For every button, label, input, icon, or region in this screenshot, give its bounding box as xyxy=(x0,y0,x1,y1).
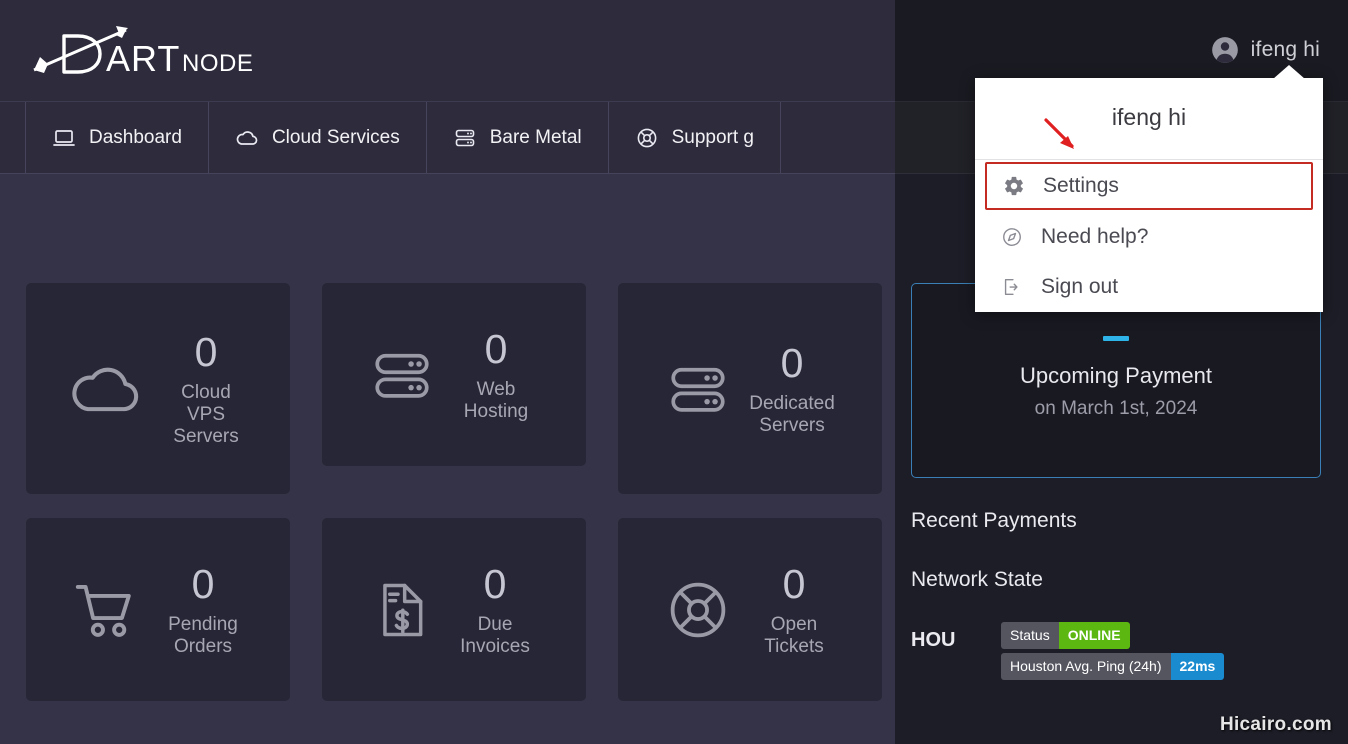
status-badge: Status ONLINE xyxy=(1001,622,1130,649)
laptop-icon xyxy=(53,129,75,146)
card-value: 0 xyxy=(191,561,215,608)
card-text-block: 0 Web Hosting xyxy=(453,326,539,423)
ping-badge-key: Houston Avg. Ping (24h) xyxy=(1001,653,1171,680)
svg-text:ART: ART xyxy=(106,38,180,79)
accent-dash xyxy=(1103,336,1129,341)
card-label: Due Invoices xyxy=(460,614,530,658)
status-badge-value: ONLINE xyxy=(1058,622,1130,649)
dropdown-pointer-arrow xyxy=(1273,65,1305,79)
dropdown-user-title: ifeng hi xyxy=(975,78,1323,160)
card-value: 0 xyxy=(483,561,507,608)
recent-payments-heading: Recent Payments xyxy=(911,509,1077,532)
nav-item-dashboard[interactable]: Dashboard xyxy=(25,102,208,173)
card-web-hosting[interactable]: 0 Web Hosting xyxy=(322,283,586,466)
gear-icon xyxy=(1005,176,1023,196)
card-text-block: 0 Dedicated Servers xyxy=(749,340,835,437)
ping-badge-value: 22ms xyxy=(1170,653,1225,680)
svg-text:NODE: NODE xyxy=(182,50,253,77)
sign-out-icon xyxy=(1004,278,1018,296)
dropdown-item-settings[interactable]: Settings xyxy=(985,162,1313,210)
invoice-dollar-icon xyxy=(383,583,423,636)
card-due-invoices[interactable]: 0 Due Invoices xyxy=(322,518,586,701)
card-value: 0 xyxy=(780,340,804,387)
shopping-cart-icon xyxy=(75,584,131,637)
cloud-icon xyxy=(236,130,258,145)
network-state-row: HOU Status ONLINE Houston Avg. Ping (24h… xyxy=(911,622,1225,680)
upcoming-payment-card[interactable]: Upcoming Payment on March 1st, 2024 xyxy=(911,283,1321,478)
user-circle-icon xyxy=(1211,37,1238,63)
network-state-heading: Network State xyxy=(911,568,1043,591)
stats-card-grid: 0 Cloud VPS Servers 0 Web Hosting 0 Dedi… xyxy=(26,283,886,701)
card-text-block: 0 Open Tickets xyxy=(751,561,837,658)
compass-icon xyxy=(1003,228,1021,246)
status-badge-key: Status xyxy=(1001,622,1059,649)
card-value: 0 xyxy=(484,326,508,373)
lifebuoy-icon xyxy=(637,128,657,147)
card-open-tickets[interactable]: 0 Open Tickets xyxy=(618,518,882,701)
network-badges: Status ONLINE Houston Avg. Ping (24h) 22… xyxy=(1001,622,1225,680)
card-label: Pending Orders xyxy=(168,614,238,658)
ping-badge: Houston Avg. Ping (24h) 22ms xyxy=(1001,653,1225,680)
card-text-block: 0 Cloud VPS Servers xyxy=(163,329,249,448)
card-label: Cloud VPS Servers xyxy=(173,382,239,447)
dartnode-dashboard-page: ART NODE ifeng hi Dashboard Cloud Servic… xyxy=(0,0,1348,744)
card-cloud-vps-servers[interactable]: 0 Cloud VPS Servers xyxy=(26,283,290,494)
upcoming-payment-title: Upcoming Payment xyxy=(1020,363,1212,388)
user-dropdown-menu: ifeng hi Settings Need help? Sign out xyxy=(975,65,1323,312)
user-menu-trigger[interactable]: ifeng hi xyxy=(1211,36,1320,64)
card-value: 0 xyxy=(194,329,218,376)
upcoming-payment-date: on March 1st, 2024 xyxy=(1034,398,1198,419)
dropdown-label-sign-out: Sign out xyxy=(1041,275,1119,298)
nav-item-support[interactable]: Support g xyxy=(607,102,780,173)
dropdown-label-settings: Settings xyxy=(1043,174,1119,197)
lifebuoy-icon xyxy=(670,582,726,637)
card-value: 0 xyxy=(782,561,806,608)
server-rack-icon xyxy=(455,129,475,146)
stats-row-2: 0 Pending Orders 0 Due Invoices 0 Open T… xyxy=(26,518,886,701)
stats-row-1: 0 Cloud VPS Servers 0 Web Hosting 0 Dedi… xyxy=(26,283,886,494)
nav-item-bare-metal[interactable]: Bare Metal xyxy=(425,102,608,173)
card-text-block: 0 Pending Orders xyxy=(160,561,246,658)
dropdown-item-sign-out[interactable]: Sign out xyxy=(975,262,1323,312)
dropdown-item-need-help[interactable]: Need help? xyxy=(975,212,1323,262)
card-label: Web Hosting xyxy=(463,379,529,423)
dartnode-logo[interactable]: ART NODE xyxy=(30,24,260,80)
card-dedicated-servers[interactable]: 0 Dedicated Servers xyxy=(618,283,882,494)
nav-left-spacer xyxy=(0,102,25,173)
header-user-name: ifeng hi xyxy=(1250,38,1320,61)
card-label: Open Tickets xyxy=(764,614,824,658)
nav-label-support: Support g xyxy=(671,126,755,148)
card-label: Dedicated Servers xyxy=(749,393,835,437)
card-pending-orders[interactable]: 0 Pending Orders xyxy=(26,518,290,701)
cloud-icon xyxy=(72,367,139,411)
nav-label-dashboard: Dashboard xyxy=(89,126,182,148)
watermark-text: Hicairo.com xyxy=(1219,714,1332,735)
server-rack-icon xyxy=(375,353,429,398)
dropdown-label-need-help: Need help? xyxy=(1041,225,1149,248)
nav-label-cloud-services: Cloud Services xyxy=(271,126,400,148)
nav-item-cloud-services[interactable]: Cloud Services xyxy=(207,102,426,173)
network-node-label: HOU xyxy=(911,629,956,651)
server-rack-icon xyxy=(671,367,725,412)
nav-label-bare-metal: Bare Metal xyxy=(489,126,582,148)
card-text-block: 0 Due Invoices xyxy=(452,561,538,658)
